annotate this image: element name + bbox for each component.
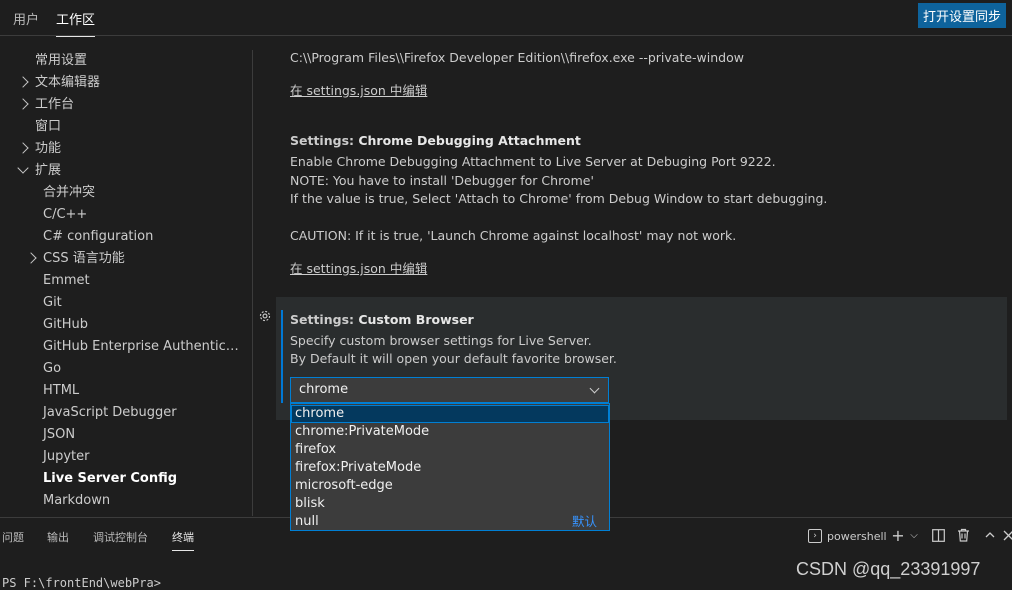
tab-output[interactable]: 输出 [47,529,69,545]
chevron-right-icon [17,76,29,88]
focus-indicator [281,310,283,403]
terminal-selector[interactable]: › powershell [808,526,887,546]
chevron-right-icon [25,252,37,264]
dropdown-option[interactable]: chrome:PrivateMode [291,423,609,441]
dropdown-option[interactable]: microsoft-edge [291,477,609,495]
toc-item[interactable]: Live Server Config [0,468,252,490]
toc-item[interactable]: Markdown [0,490,252,512]
toc-item-label: Emmet [43,273,90,288]
tab-workspace[interactable]: 工作区 [56,9,96,37]
toc-item[interactable]: C# configuration [0,226,252,248]
toc-item-label: CSS 语言功能 [43,251,125,266]
chevron-down-icon [589,383,600,394]
toc-item[interactable]: Git [0,292,252,314]
toc-item[interactable]: CSS 语言功能 [0,248,252,270]
prev-setting-value: C:\\Program Files\\Firefox Developer Edi… [290,50,744,65]
terminal-prompt[interactable]: PS F:\frontEnd\webPra> [2,576,161,590]
browser-dropdown-list: chrome chrome:PrivateMode firefox firefo… [290,403,610,531]
setting-title-custom-browser: Settings: Custom Browser [290,312,474,327]
default-badge: 默认 [571,514,597,529]
toc-item-label: C/C++ [43,207,88,222]
chevron-down-icon[interactable]: ⌵ [906,527,922,543]
settings-sync-button[interactable]: 打开设置同步 [917,3,1006,28]
toc-item-label: HTML [43,383,80,398]
custom-browser-select[interactable]: chrome [290,377,609,403]
tab-user[interactable]: 用户 [13,9,39,28]
tab-terminal[interactable]: 终端 [172,529,194,551]
toc-item-label: 合并冲突 [43,185,96,200]
chevron-up-icon[interactable] [982,527,998,543]
close-icon[interactable] [1000,527,1012,543]
toc-item-label: 功能 [35,141,62,156]
setting-name: Custom Browser [358,312,474,327]
toc-item-label: GitHub [43,317,89,332]
toc-item-label: 窗口 [35,119,62,134]
setting-desc-line: CAUTION: If it is true, 'Launch Chrome a… [290,228,737,243]
tab-debug-console[interactable]: 调试控制台 [93,529,148,545]
toc-item[interactable]: GitHub Enterprise Authentication ... [0,336,252,358]
toc-item-label: C# configuration [43,229,154,244]
select-value: chrome [299,382,349,397]
toc-item-label: Live Server Config [43,471,178,486]
toc-item[interactable]: 文本编辑器 [0,72,252,94]
watermark: CSDN @qq_23391997 [796,559,981,579]
toc-item[interactable]: 功能 [0,138,252,160]
setting-desc-line: By Default it will open your default fav… [290,351,617,366]
toc-item[interactable]: 窗口 [0,116,252,138]
chevron-down-icon [17,162,29,174]
toc-item-label: 文本编辑器 [35,75,101,90]
toc-item[interactable]: GitHub [0,314,252,336]
toc-item-label: 工作台 [35,97,75,112]
setting-category: Settings: [290,312,359,327]
edit-in-settings-json-link[interactable]: 在 settings.json 中编辑 [290,80,427,99]
toc-item[interactable]: 常用设置 [0,50,252,72]
toc-item[interactable]: HTML [0,380,252,402]
toc-item-label: JavaScript Debugger [43,405,177,420]
setting-title-chrome-attach: Settings: Chrome Debugging Attachment [290,133,581,148]
toc-item-label: Git [43,295,62,310]
setting-name: Chrome Debugging Attachment [358,133,581,148]
dropdown-option[interactable]: firefox:PrivateMode [291,459,609,477]
tab-problems[interactable]: 问题 [2,529,24,545]
toc-item-label: 扩展 [35,163,62,178]
toc-item[interactable]: C/C++ [0,204,252,226]
edit-in-settings-json-link[interactable]: 在 settings.json 中编辑 [290,258,427,277]
dropdown-option[interactable]: chrome [291,405,609,423]
toc-item-label: Markdown [43,493,111,508]
toc-item-label: JSON [43,427,76,442]
toc-item-label: Jupyter [43,449,90,464]
settings-toc: 常用设置文本编辑器工作台窗口功能扩展合并冲突 C/C++ C# configurat… [0,50,252,516]
terminal-icon: › [808,529,822,543]
toc-item-label: 常用设置 [35,53,88,68]
toc-item[interactable]: Jupyter [0,446,252,468]
toc-item[interactable]: JavaScript Debugger [0,402,252,424]
toc-item[interactable]: 工作台 [0,94,252,116]
setting-desc-line: Specify custom browser settings for Live… [290,333,592,348]
option-label: null [295,514,319,529]
toc-item[interactable]: Emmet [0,270,252,292]
chevron-right-icon [17,142,29,154]
toc-item[interactable]: Go [0,358,252,380]
toc-item-label: GitHub Enterprise Authentication ... [43,339,252,354]
toc-item-label: Go [43,361,62,376]
toc-item[interactable]: 扩展 [0,160,252,182]
plus-icon[interactable]: + [890,526,906,545]
setting-desc-line: Enable Chrome Debugging Attachment to Li… [290,154,776,169]
gear-icon[interactable] [257,308,273,324]
setting-desc-line: NOTE: You have to install 'Debugger for … [290,173,594,188]
terminal-name: powershell [827,529,887,543]
dropdown-option[interactable]: firefox [291,441,609,459]
chevron-right-icon [17,98,29,110]
toc-item[interactable]: JSON [0,424,252,446]
dropdown-option[interactable]: blisk [291,495,609,513]
setting-category: Settings: [290,133,359,148]
trash-icon[interactable] [955,527,971,543]
settings-header: 用户 工作区 打开设置同步 [0,0,1012,37]
setting-desc-line: If the value is true, Select 'Attach to … [290,191,828,206]
toc-item[interactable]: 合并冲突 [0,182,252,204]
dropdown-option-null[interactable]: null 默认 [291,513,609,531]
split-terminal-icon[interactable] [930,527,946,543]
